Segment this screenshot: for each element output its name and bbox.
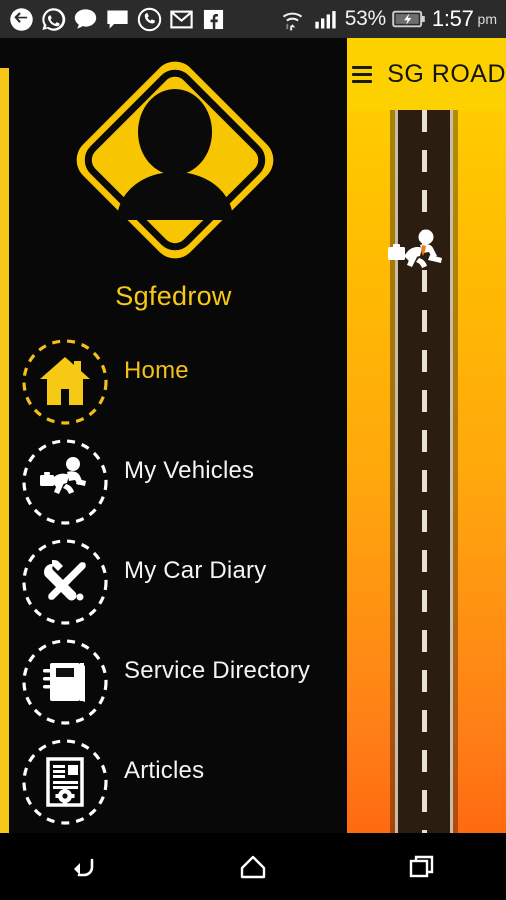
home-icon [22,339,108,425]
sidebar-item-label: Home [124,357,189,384]
wrench-screwdriver-icon [22,539,108,625]
status-notification-icons [0,6,227,33]
sidebar-item-my-vehicles[interactable]: My Vehicles [0,421,347,525]
phone-icon [137,7,162,31]
sidebar-item-partial[interactable] [0,821,347,833]
road-illustration [346,110,506,833]
phone-screen: 53% 1:57 pm SG ROAD Sgfedrow Home My Veh… [0,0,506,900]
running-businessman-icon [388,229,442,268]
recent-apps-icon[interactable] [377,843,467,891]
gmail-icon [170,10,193,28]
status-system-icons: 53% 1:57 pm [279,6,506,33]
running-man-icon [22,439,108,525]
sidebar-item-label: My Car Diary [124,557,267,584]
sidebar-item-service-directory[interactable]: Service Directory [0,621,347,725]
sidebar-item-label: Service Directory [124,657,311,684]
diamond-road-sign-avatar-icon [76,61,274,259]
messages-icon [74,8,97,28]
home-outline-icon[interactable] [208,843,298,891]
back-icon[interactable] [39,843,129,891]
app-bar: SG ROAD [346,38,506,110]
clock-ampm: pm [477,11,497,27]
clock-time: 1:57 [431,6,474,31]
battery-charging-icon [392,10,425,28]
hamburger-menu-icon[interactable] [352,65,373,83]
sidebar-item-home[interactable]: Home [0,321,347,425]
system-navigation-bar [0,833,506,900]
drawer-header: Sgfedrow [0,38,347,316]
sidebar-item-my-car-diary[interactable]: My Car Diary [0,521,347,625]
status-bar: 53% 1:57 pm [0,0,506,38]
sidebar-item-label: My Vehicles [124,457,255,484]
notebook-icon [22,639,108,725]
road-center-dashes [422,110,427,833]
chat-icon [107,10,128,28]
road-shadow-right [453,110,458,833]
document-gear-icon [22,739,108,825]
navigation-drawer: Sgfedrow Home My Vehicles My Car Diary S… [0,38,347,833]
drawer-menu: Home My Vehicles My Car Diary Service Di… [0,321,347,833]
app-title: SG ROAD [387,59,506,88]
app-content-panel: SG ROAD [346,38,506,833]
facebook-icon [203,9,224,29]
wifi-icon [282,12,302,31]
telegram-icon [10,7,33,31]
sidebar-item-articles[interactable]: Articles [0,721,347,825]
sidebar-item-label: Articles [124,757,205,784]
whatsapp-icon [42,7,66,31]
signal-bars-icon [315,10,336,28]
battery-percent: 53% [344,7,386,30]
drawer-accent-stripe [0,68,9,833]
profile-name: Sgfedrow [115,281,232,311]
